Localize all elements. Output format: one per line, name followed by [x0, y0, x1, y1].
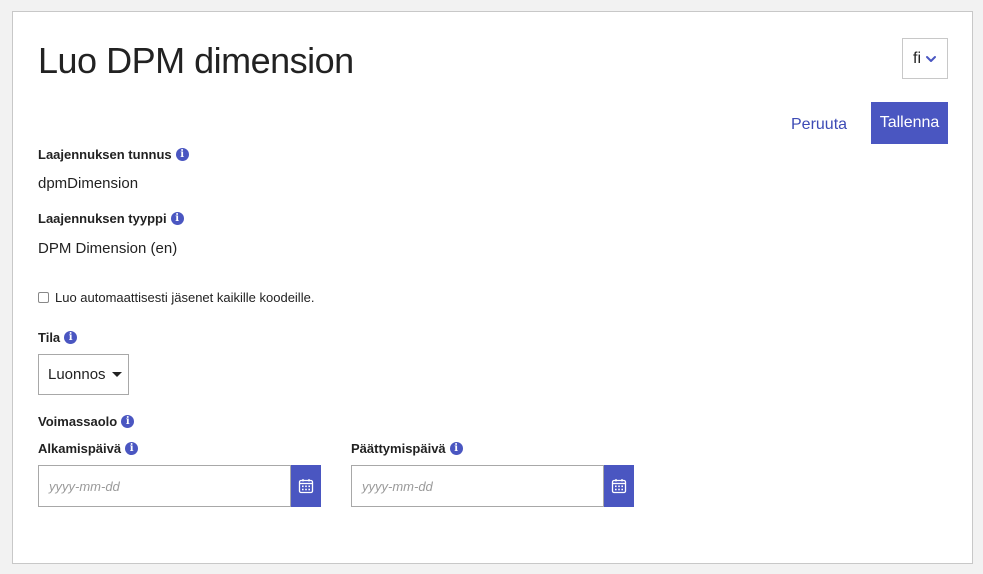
language-select[interactable]: fi [902, 38, 948, 79]
end-date-input[interactable]: yyyy-mm-dd [351, 465, 604, 507]
auto-members-checkbox[interactable] [38, 292, 49, 303]
info-icon[interactable]: i [170, 212, 184, 225]
extension-id-label-text: Laajennuksen tunnus [38, 147, 172, 162]
start-date-label: Alkamispäivä i [38, 441, 139, 456]
info-icon[interactable]: i [125, 442, 139, 455]
calendar-icon [611, 479, 627, 494]
language-value: fi [913, 49, 921, 67]
validity-label-text: Voimassaolo [38, 414, 118, 429]
extension-type-label: Laajennuksen tyyppi i [38, 211, 184, 226]
start-date-input[interactable]: yyyy-mm-dd [38, 465, 291, 507]
calendar-icon [298, 479, 314, 494]
end-date-label: Päättymispäivä i [351, 441, 463, 456]
info-icon[interactable]: i [449, 442, 463, 455]
cancel-button[interactable]: Peruuta [791, 116, 847, 134]
extension-type-label-text: Laajennuksen tyyppi [38, 211, 167, 226]
extension-type-value: DPM Dimension (en) [38, 240, 178, 257]
validity-label: Voimassaolo i [38, 414, 135, 429]
auto-members-label: Luo automaattisesti jäsenet kaikille koo… [55, 290, 315, 305]
end-date-label-text: Päättymispäivä [351, 441, 446, 456]
info-icon[interactable]: i [121, 415, 135, 428]
status-dropdown[interactable]: Luonnos [38, 354, 129, 395]
form-panel: Luo DPM dimension fi Peruuta Tallenna La… [12, 11, 973, 564]
end-date-placeholder: yyyy-mm-dd [362, 478, 433, 494]
chevron-down-icon [926, 55, 936, 62]
status-value: Luonnos [48, 366, 106, 383]
save-button[interactable]: Tallenna [871, 102, 948, 144]
info-icon[interactable]: i [64, 331, 78, 344]
status-label: Tila i [38, 330, 78, 345]
extension-id-label: Laajennuksen tunnus i [38, 147, 189, 162]
status-label-text: Tila [38, 330, 61, 345]
end-date-calendar-button[interactable] [604, 465, 634, 507]
auto-members-row[interactable]: Luo automaattisesti jäsenet kaikille koo… [38, 290, 314, 305]
start-date-placeholder: yyyy-mm-dd [49, 478, 120, 494]
info-icon[interactable]: i [175, 148, 189, 161]
caret-down-icon [111, 372, 122, 377]
start-date-calendar-button[interactable] [291, 465, 321, 507]
page-title: Luo DPM dimension [38, 40, 354, 81]
extension-id-value: dpmDimension [38, 175, 139, 192]
start-date-label-text: Alkamispäivä [38, 441, 122, 456]
